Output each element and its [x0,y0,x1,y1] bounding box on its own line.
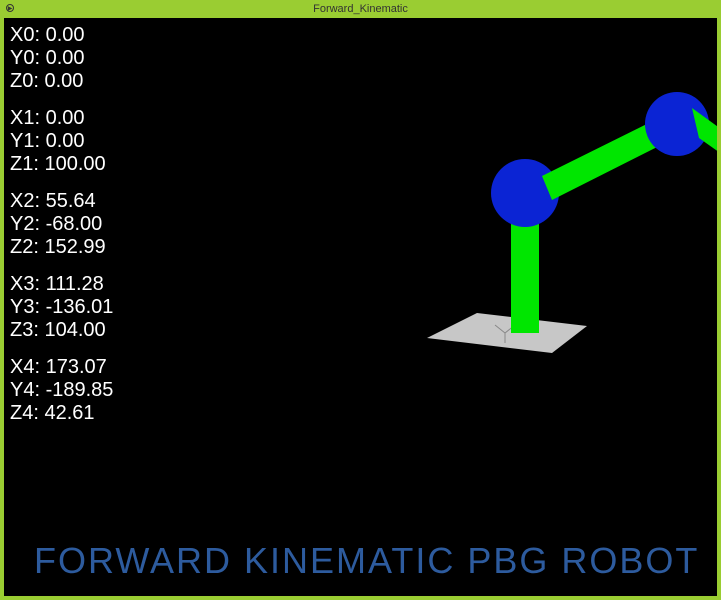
coord-label: Y3: -136.01 [10,296,113,319]
base-plate [427,313,587,353]
joint-4-coords: X4: 173.07 Y4: -189.85 Z4: 42.61 [10,356,113,425]
joint-1-coords: X1: 0.00 Y1: 0.00 Z1: 100.00 [10,107,113,176]
coord-label: X4: 173.07 [10,356,113,379]
coord-label: Z2: 152.99 [10,236,113,259]
window-title: Forward_Kinematic [0,3,721,15]
coord-label: Z0: 0.00 [10,70,113,93]
render-viewport[interactable]: X0: 0.00 Y0: 0.00 Z0: 0.00 X1: 0.00 Y1: … [4,18,717,596]
coord-label: X3: 111.28 [10,273,113,296]
coord-label: X2: 55.64 [10,190,113,213]
coordinates-overlay: X0: 0.00 Y0: 0.00 Z0: 0.00 X1: 0.00 Y1: … [10,24,113,439]
robot-visualization [377,78,717,398]
coord-label: Y0: 0.00 [10,47,113,70]
app-title-overlay: FORWARD KINEMATIC PBG ROBOT [34,540,699,582]
coord-label: Z4: 42.61 [10,402,113,425]
joint-2-coords: X2: 55.64 Y2: -68.00 Z2: 152.99 [10,190,113,259]
coord-label: Z1: 100.00 [10,153,113,176]
joint-3-coords: X3: 111.28 Y3: -136.01 Z3: 104.00 [10,273,113,342]
coord-label: Y2: -68.00 [10,213,113,236]
coord-label: Y1: 0.00 [10,130,113,153]
coord-label: X0: 0.00 [10,24,113,47]
play-icon: ▶ [6,4,14,12]
coord-label: Z3: 104.00 [10,319,113,342]
robot-joint-1 [491,159,559,227]
joint-0-coords: X0: 0.00 Y0: 0.00 Z0: 0.00 [10,24,113,93]
coord-label: Y4: -189.85 [10,379,113,402]
window-titlebar[interactable]: ▶ Forward_Kinematic [0,0,721,18]
coord-label: X1: 0.00 [10,107,113,130]
